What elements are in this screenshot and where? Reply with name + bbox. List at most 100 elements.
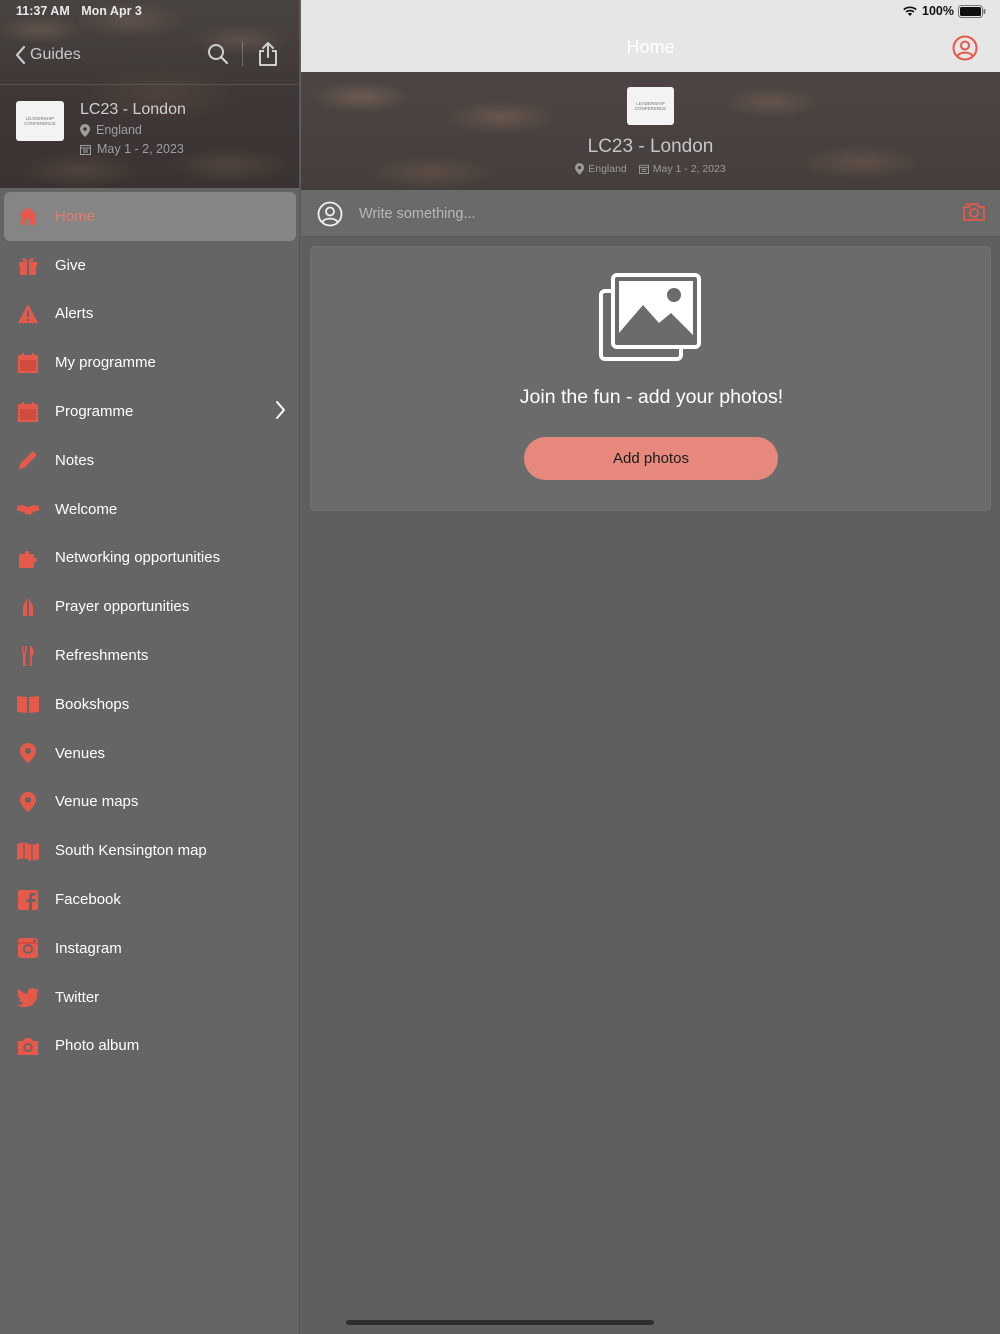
banner-location: England xyxy=(588,163,627,175)
sidebar-item-label: Facebook xyxy=(55,891,121,909)
gift-icon xyxy=(16,253,40,277)
sidebar-header: 11:37 AM Mon Apr 3 Guides LEADERSHIP CON… xyxy=(0,0,299,188)
camera-icon xyxy=(16,1034,40,1058)
share-button[interactable] xyxy=(254,40,282,68)
sidebar-item-notes[interactable]: Notes xyxy=(0,436,300,485)
map-pin-icon xyxy=(16,790,40,814)
book-icon xyxy=(16,692,40,716)
home-indicator[interactable] xyxy=(346,1320,654,1325)
sidebar: 11:37 AM Mon Apr 3 Guides LEADERSHIP CON… xyxy=(0,0,300,1334)
facebook-icon xyxy=(16,888,40,912)
battery-percent: 100% xyxy=(922,4,954,18)
calendar-icon xyxy=(16,351,40,375)
home-icon xyxy=(16,204,40,228)
header-divider xyxy=(242,42,243,66)
user-circle-icon xyxy=(317,201,343,227)
sidebar-item-label: Programme xyxy=(55,403,134,421)
wifi-icon xyxy=(903,6,917,16)
banner-meta: England May 1 - 2, 2023 xyxy=(301,163,1000,175)
guide-dates: May 1 - 2, 2023 xyxy=(80,142,184,156)
sidebar-item-label: Photo album xyxy=(55,1037,140,1055)
post-input[interactable] xyxy=(359,203,919,225)
page-title: Home xyxy=(626,37,675,57)
sidebar-item-label: Refreshments xyxy=(55,647,149,665)
praying-hands-icon xyxy=(16,595,40,619)
sidebar-item-label: Networking opportunities xyxy=(55,549,221,567)
guide-dates-text: May 1 - 2, 2023 xyxy=(97,142,184,156)
chevron-left-icon xyxy=(15,45,26,65)
sidebar-item-give[interactable]: Give xyxy=(0,241,300,290)
guide-title: LC23 - London xyxy=(80,101,186,118)
status-date: Mon Apr 3 xyxy=(81,4,142,18)
camera-button[interactable] xyxy=(962,202,986,227)
instagram-icon xyxy=(16,936,40,960)
user-circle-icon xyxy=(952,35,978,61)
photos-card: Join the fun - add your photos! Add phot… xyxy=(310,246,991,511)
sidebar-item-label: Twitter xyxy=(55,988,100,1006)
sidebar-item-home[interactable]: Home xyxy=(4,192,296,241)
pencil-icon xyxy=(16,448,40,472)
sidebar-item-photo-album[interactable]: Photo album xyxy=(0,1022,300,1071)
sidebar-item-label: My programme xyxy=(55,354,156,372)
map-icon xyxy=(16,839,40,863)
sidebar-item-welcome[interactable]: Welcome xyxy=(0,485,300,534)
sidebar-item-south-kensington-map[interactable]: South Kensington map xyxy=(0,826,300,875)
sidebar-item-bookshops[interactable]: Bookshops xyxy=(0,680,300,729)
sidebar-item-alerts[interactable]: Alerts xyxy=(0,290,300,339)
chevron-right-icon xyxy=(276,401,285,420)
battery-icon xyxy=(958,4,986,18)
banner-logo: LEADERSHIP CONFERENCE xyxy=(627,87,674,125)
sidebar-item-networking[interactable]: Networking opportunities xyxy=(0,534,300,583)
sidebar-item-label: Venues xyxy=(55,744,106,762)
calendar-icon xyxy=(638,164,649,174)
add-photos-button[interactable]: Add photos xyxy=(524,437,778,480)
sidebar-item-label: Alerts xyxy=(55,305,94,323)
calendar-icon xyxy=(16,400,40,424)
top-bar: 100% Home xyxy=(301,0,1000,72)
sidebar-item-twitter[interactable]: Twitter xyxy=(0,973,300,1022)
sidebar-item-venues[interactable]: Venues xyxy=(0,729,300,778)
sidebar-item-label: Venue maps xyxy=(55,793,139,811)
guide-location-text: England xyxy=(96,123,142,137)
guide-logo: LEADERSHIP CONFERENCE xyxy=(16,101,64,141)
sidebar-item-label: Prayer opportunities xyxy=(55,598,190,616)
photos-icon xyxy=(599,273,701,361)
post-composer xyxy=(301,190,1000,237)
fork-knife-icon xyxy=(16,644,40,668)
sidebar-item-instagram[interactable]: Instagram xyxy=(0,924,300,973)
map-pin-icon xyxy=(80,123,90,137)
sidebar-item-label: Notes xyxy=(55,451,95,469)
search-button[interactable] xyxy=(204,40,232,68)
back-button[interactable]: Guides xyxy=(14,40,81,70)
camera-icon xyxy=(963,203,985,221)
twitter-icon xyxy=(16,985,40,1009)
handshake-icon xyxy=(16,497,40,521)
guide-banner: LEADERSHIP CONFERENCE LC23 - London Engl… xyxy=(301,72,1000,190)
sidebar-item-label: Instagram xyxy=(55,939,122,957)
calendar-icon xyxy=(80,144,91,155)
sidebar-item-label: Give xyxy=(55,256,86,274)
sidebar-item-facebook[interactable]: Facebook xyxy=(0,875,300,924)
sidebar-item-label: Welcome xyxy=(55,500,118,518)
guide-location: England xyxy=(80,123,142,137)
sidebar-item-refreshments[interactable]: Refreshments xyxy=(0,631,300,680)
photos-prompt: Join the fun - add your photos! xyxy=(519,386,784,408)
banner-logo-text: LEADERSHIP CONFERENCE xyxy=(634,100,667,112)
sidebar-item-programme[interactable]: Programme xyxy=(0,387,300,436)
sidebar-item-venue-maps[interactable]: Venue maps xyxy=(0,778,300,827)
status-indicators: 100% xyxy=(902,4,986,18)
alert-icon xyxy=(16,302,40,326)
sidebar-menu: Home Give Alerts My programme Programme … xyxy=(0,192,300,1070)
banner-dates: May 1 - 2, 2023 xyxy=(652,163,726,175)
search-icon xyxy=(208,44,229,65)
sidebar-item-my-programme[interactable]: My programme xyxy=(0,338,300,387)
puzzle-icon xyxy=(16,546,40,570)
back-label: Guides xyxy=(30,46,81,63)
share-icon xyxy=(259,42,277,66)
map-pin-icon xyxy=(575,163,585,175)
guide-logo-text: LEADERSHIP CONFERENCE xyxy=(24,115,56,127)
map-pin-icon xyxy=(16,741,40,765)
sidebar-item-prayer[interactable]: Prayer opportunities xyxy=(0,582,300,631)
profile-button[interactable] xyxy=(952,35,978,66)
sidebar-item-label: South Kensington map xyxy=(55,842,207,860)
